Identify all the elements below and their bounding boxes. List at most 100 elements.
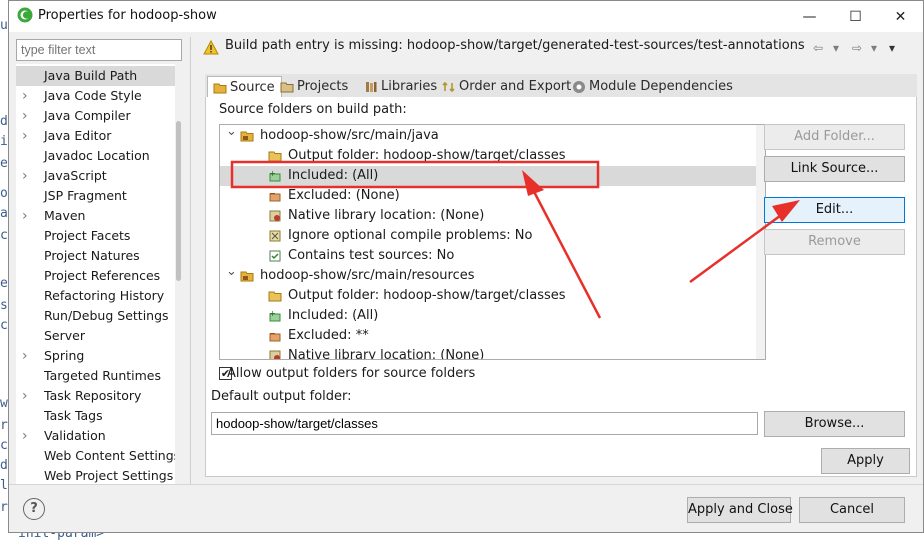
remove-button[interactable]: Remove	[764, 229, 905, 255]
property-pages-tree: Java Build Path › Java Code Style › Java Com…	[16, 64, 182, 484]
tab-source[interactable]: Source	[207, 76, 282, 98]
nav-item[interactable]: › Maven	[16, 206, 182, 226]
pane-splitter[interactable]	[190, 37, 191, 485]
nav-item[interactable]: Web Content Settings	[16, 446, 182, 466]
collapse-arrow-icon[interactable]: ⌄	[226, 262, 237, 282]
apply-button[interactable]: Apply	[821, 448, 910, 474]
tab-libraries[interactable]: Libraries	[359, 76, 443, 98]
forward-arrow-icon[interactable]: ⇨	[852, 41, 862, 55]
view-menu-icon[interactable]: ▾	[889, 41, 895, 55]
left-tree-scroll-thumb[interactable]	[176, 121, 181, 281]
eclipse-app-icon	[17, 7, 33, 23]
nav-item[interactable]: › JavaScript	[16, 166, 182, 186]
source-row-label: Ignore optional compile problems: No	[288, 228, 533, 243]
source-attribute-row[interactable]: Output folder: hodoop-show/target/classe…	[220, 146, 765, 166]
nav-item-label: Spring	[44, 348, 85, 363]
help-icon[interactable]: ?	[23, 498, 45, 520]
exclusion-filter-icon: −	[268, 329, 282, 343]
nav-item[interactable]: Project Natures	[16, 246, 182, 266]
nav-item-label: Project Natures	[44, 248, 140, 263]
browse-button[interactable]: Browse...	[764, 411, 905, 437]
nav-item[interactable]: Task Tags	[16, 406, 182, 426]
link-source-button[interactable]: Link Source...	[764, 156, 905, 182]
nav-item[interactable]: Project References	[16, 266, 182, 286]
nav-item[interactable]: Project Facets	[16, 226, 182, 246]
expand-arrow-icon[interactable]: ›	[22, 166, 28, 186]
tab-order-export[interactable]: Order and Export	[437, 76, 577, 98]
build-path-warning: Build path entry is missing: hodoop-show…	[225, 38, 805, 53]
source-folder-icon	[240, 269, 254, 283]
source-row-label: Included: (All)	[288, 168, 379, 183]
nav-item-label: Refactoring History	[44, 288, 165, 303]
nav-item[interactable]: › Validation	[16, 426, 182, 446]
window-title: Properties for hodoop-show	[38, 8, 217, 23]
nav-item[interactable]: Javadoc Location	[16, 146, 182, 166]
tab-projects[interactable]: Projects	[275, 76, 354, 98]
filter-input[interactable]	[16, 39, 182, 61]
source-row-label: hodoop-show/src/main/java	[260, 128, 439, 143]
collapse-arrow-icon[interactable]: ⌄	[226, 125, 237, 142]
nav-item[interactable]: › Spring	[16, 346, 182, 366]
expand-arrow-icon[interactable]: ›	[22, 426, 28, 446]
nav-item[interactable]: Refactoring History	[16, 286, 182, 306]
source-attribute-row[interactable]: − Excluded: (None)	[220, 186, 765, 206]
tab-label: Projects	[297, 79, 349, 94]
expand-arrow-icon[interactable]: ›	[22, 386, 28, 406]
close-button[interactable]: ✕	[878, 1, 923, 32]
svg-text:−: −	[269, 189, 276, 198]
tab-module-dependencies[interactable]: Module Dependencies	[567, 76, 739, 98]
editor-fragment: d	[0, 458, 8, 473]
maximize-button[interactable]: ☐	[833, 1, 878, 32]
warning-icon	[203, 40, 219, 55]
footer-divider	[9, 484, 923, 485]
source-attribute-row[interactable]: Output folder: hodoop-show/target/classe…	[220, 286, 765, 306]
source-attribute-row[interactable]: Ignore optional compile problems: No	[220, 226, 765, 246]
expand-arrow-icon[interactable]: ›	[22, 86, 28, 106]
forward-menu-icon[interactable]: ▾	[871, 41, 877, 55]
back-arrow-icon[interactable]: ⇦	[813, 41, 823, 55]
nav-item-label: Java Build Path	[44, 68, 138, 83]
nav-item[interactable]: › Task Repository	[16, 386, 182, 406]
nav-item[interactable]: Server	[16, 326, 182, 346]
back-menu-icon[interactable]: ▾	[833, 41, 839, 55]
source-attribute-row[interactable]: + Included: (All)	[220, 166, 765, 186]
source-attribute-row[interactable]: Native library location: (None)	[220, 346, 765, 359]
minimize-button[interactable]: —	[787, 1, 832, 32]
allow-output-label[interactable]: Allow output folders for source folders	[227, 366, 475, 381]
tab-label: Source	[230, 80, 275, 95]
source-attribute-row[interactable]: Contains test sources: No	[220, 246, 765, 266]
source-row-label: Output folder: hodoop-show/target/classe…	[288, 288, 566, 303]
nav-item[interactable]: Targeted Runtimes	[16, 366, 182, 386]
expand-arrow-icon[interactable]: ›	[22, 126, 28, 146]
nav-item-label: Server	[44, 328, 85, 343]
source-attribute-row[interactable]: − Excluded: **	[220, 326, 765, 346]
source-folder-row[interactable]: ⌄ hodoop-show/src/main/resources	[220, 264, 765, 286]
nav-item[interactable]: › Java Editor	[16, 126, 182, 146]
source-folder-row[interactable]: ⌄ hodoop-show/src/main/java	[220, 125, 765, 146]
expand-arrow-icon[interactable]: ›	[22, 346, 28, 366]
source-row-label: Native library location: (None)	[288, 208, 485, 223]
editor-fragment: e	[0, 156, 8, 171]
editor-fragment: a	[0, 206, 8, 221]
nav-item[interactable]: › Java Code Style	[16, 86, 182, 106]
edit-button[interactable]: Edit...	[764, 197, 905, 223]
apply-and-close-button[interactable]: Apply and Close	[687, 497, 793, 523]
nav-item[interactable]: JSP Fragment	[16, 186, 182, 206]
expand-arrow-icon[interactable]: ›	[22, 106, 28, 126]
nav-item[interactable]: Run/Debug Settings	[16, 306, 182, 326]
default-output-input[interactable]	[211, 412, 758, 435]
nav-item[interactable]: Web Project Settings	[16, 466, 182, 484]
add-folder-button[interactable]: Add Folder...	[764, 124, 905, 150]
nav-item[interactable]: Java Build Path	[16, 66, 182, 86]
cancel-button[interactable]: Cancel	[799, 497, 905, 523]
nav-item-label: Web Project Settings	[44, 468, 174, 483]
nav-item[interactable]: › Java Compiler	[16, 106, 182, 126]
expand-arrow-icon[interactable]: ›	[22, 206, 28, 226]
test-sources-icon	[268, 249, 282, 263]
source-attribute-row[interactable]: Native library location: (None)	[220, 206, 765, 226]
projects-tab-icon	[280, 82, 294, 93]
source-folder-icon	[240, 129, 254, 143]
title-bar: Properties for hodoop-show — ☐ ✕	[9, 1, 923, 32]
source-attribute-row[interactable]: + Included: (All)	[220, 306, 765, 326]
nav-item-label: Project Facets	[44, 228, 131, 243]
